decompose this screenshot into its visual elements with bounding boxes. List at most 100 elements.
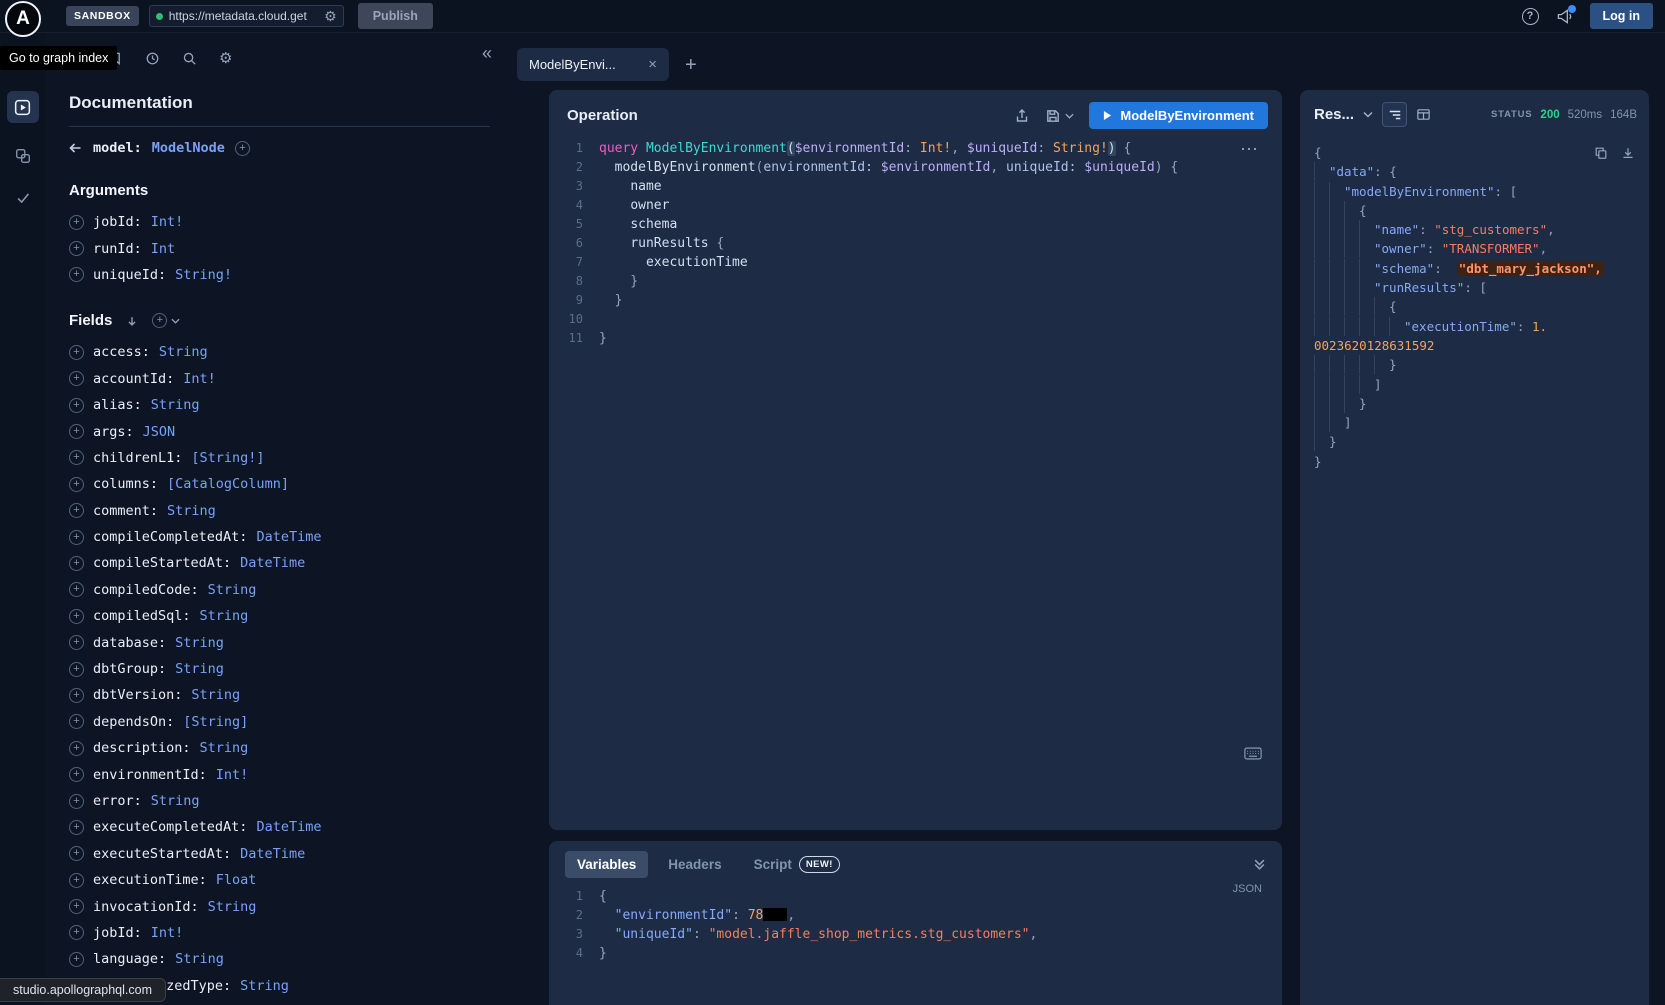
schema-nav-icon[interactable]	[14, 147, 32, 165]
doc-item-compiledCode[interactable]: +compiledCode:String	[69, 577, 530, 603]
add-all-fields-button[interactable]: +	[152, 313, 180, 328]
field-type[interactable]: DateTime	[240, 846, 305, 862]
doc-item-jobId[interactable]: +jobId:Int!	[69, 920, 530, 946]
add-to-query-icon[interactable]: +	[69, 424, 84, 439]
doc-item-language[interactable]: +language:String	[69, 946, 530, 972]
doc-item-comment[interactable]: +comment:String	[69, 498, 530, 524]
doc-item-description[interactable]: +description:String	[69, 735, 530, 761]
field-type[interactable]: Int!	[216, 767, 249, 783]
doc-item-compileStartedAt[interactable]: +compileStartedAt:DateTime	[69, 550, 530, 576]
field-type[interactable]: DateTime	[240, 555, 305, 571]
doc-item-columns[interactable]: +columns:[CatalogColumn]	[69, 471, 530, 497]
new-tab-button[interactable]: +	[685, 55, 697, 75]
search-icon[interactable]	[182, 51, 197, 66]
collapse-docs-icon[interactable]: «	[482, 44, 492, 62]
field-type[interactable]: String	[151, 397, 200, 413]
doc-item-args[interactable]: +args:JSON	[69, 418, 530, 444]
back-arrow-icon[interactable]	[67, 140, 83, 156]
add-to-query-icon[interactable]: +	[69, 345, 84, 360]
add-to-query-icon[interactable]: +	[69, 241, 84, 256]
add-to-query-icon[interactable]: +	[69, 846, 84, 861]
model-type-link[interactable]: ModelNode	[152, 140, 225, 156]
doc-item-database[interactable]: +database:String	[69, 629, 530, 655]
keyboard-shortcuts-icon[interactable]	[1244, 747, 1262, 760]
doc-item-executeCompletedAt[interactable]: +executeCompletedAt:DateTime	[69, 814, 530, 840]
field-type[interactable]: DateTime	[256, 529, 321, 545]
add-to-query-icon[interactable]: +	[69, 794, 84, 809]
doc-item-runId[interactable]: +runId:Int	[69, 235, 530, 261]
doc-item-error[interactable]: +error:String	[69, 788, 530, 814]
add-to-query-icon[interactable]: +	[69, 215, 84, 230]
doc-item-compileCompletedAt[interactable]: +compileCompletedAt:DateTime	[69, 524, 530, 550]
tab-variables[interactable]: Variables	[565, 851, 648, 878]
field-type[interactable]: String	[240, 978, 289, 994]
field-type[interactable]: Int!	[151, 214, 184, 230]
history-icon[interactable]	[145, 51, 160, 66]
operation-more-icon[interactable]: ⋯	[1240, 140, 1258, 158]
response-dropdown-chevron-icon[interactable]	[1363, 111, 1373, 118]
help-icon[interactable]: ?	[1522, 8, 1539, 25]
connection-settings-icon[interactable]: ⚙	[324, 8, 337, 25]
doc-item-dependsOn[interactable]: +dependsOn:[String]	[69, 709, 530, 735]
add-to-query-icon[interactable]: +	[69, 530, 84, 545]
field-type[interactable]: [CatalogColumn]	[167, 476, 289, 492]
table-view-icon[interactable]	[1416, 107, 1431, 122]
doc-item-dbtVersion[interactable]: +dbtVersion:String	[69, 682, 530, 708]
field-type[interactable]: String	[208, 582, 257, 598]
graph-url-input[interactable]: https://metadata.cloud.get ⚙	[149, 5, 344, 27]
login-button[interactable]: Log in	[1590, 3, 1654, 29]
tab-headers[interactable]: Headers	[656, 851, 733, 878]
field-type[interactable]: Int!	[183, 371, 216, 387]
add-to-query-icon[interactable]: +	[69, 925, 84, 940]
doc-item-dbtGroup[interactable]: +dbtGroup:String	[69, 656, 530, 682]
field-type[interactable]: String	[200, 608, 249, 624]
field-type[interactable]: Int!	[151, 925, 184, 941]
add-to-query-icon[interactable]: +	[69, 767, 84, 782]
field-type[interactable]: String	[151, 793, 200, 809]
field-type[interactable]: String	[175, 635, 224, 651]
doc-item-childrenL1[interactable]: +childrenL1:[String!]	[69, 445, 530, 471]
add-to-query-icon[interactable]: +	[69, 398, 84, 413]
copy-response-icon[interactable]	[1594, 146, 1608, 160]
variables-editor[interactable]: 1{2 "environmentId": 78,3 "uniqueId": "m…	[549, 887, 1282, 963]
field-type[interactable]: String	[175, 951, 224, 967]
publish-button[interactable]: Publish	[358, 3, 433, 29]
operation-editor[interactable]: 1query ModelByEnvironment($environmentId…	[549, 139, 1282, 348]
download-response-icon[interactable]	[1621, 146, 1635, 160]
close-tab-icon[interactable]: ×	[648, 57, 657, 72]
add-to-query-icon[interactable]: +	[69, 741, 84, 756]
settings-gear-icon[interactable]: ⚙	[219, 49, 232, 67]
field-type[interactable]: JSON	[143, 424, 176, 440]
doc-item-invocationId[interactable]: +invocationId:String	[69, 893, 530, 919]
field-type[interactable]: String	[159, 344, 208, 360]
add-to-query-icon[interactable]: +	[69, 820, 84, 835]
field-type[interactable]: String	[175, 661, 224, 677]
add-to-query-icon[interactable]: +	[69, 477, 84, 492]
run-operation-button[interactable]: ModelByEnvironment	[1089, 102, 1268, 129]
add-to-query-icon[interactable]: +	[69, 714, 84, 729]
add-to-query-icon[interactable]: +	[69, 952, 84, 967]
field-type[interactable]: Float	[216, 872, 257, 888]
field-type[interactable]: String	[200, 740, 249, 756]
save-dropdown-chevron-icon[interactable]	[1065, 113, 1074, 119]
collapse-variables-icon[interactable]	[1253, 858, 1266, 871]
add-to-query-icon[interactable]: +	[69, 873, 84, 888]
doc-item-uniqueId[interactable]: +uniqueId:String!	[69, 262, 530, 288]
operation-tab[interactable]: ModelByEnvi... ×	[517, 48, 669, 81]
field-type[interactable]: String!	[175, 267, 232, 283]
field-type[interactable]: String	[191, 687, 240, 703]
checklist-nav-icon[interactable]	[14, 189, 32, 207]
add-to-query-icon[interactable]: +	[69, 371, 84, 386]
add-to-query-icon[interactable]: +	[69, 450, 84, 465]
field-type[interactable]: DateTime	[256, 819, 321, 835]
add-to-query-icon[interactable]: +	[69, 267, 84, 282]
doc-item-compiledSql[interactable]: +compiledSql:String	[69, 603, 530, 629]
field-type[interactable]: String	[167, 503, 216, 519]
tab-script[interactable]: Script NEW!	[742, 850, 852, 879]
announcements-icon[interactable]	[1556, 9, 1573, 24]
share-icon[interactable]	[1014, 108, 1030, 124]
add-to-query-icon[interactable]: +	[69, 688, 84, 703]
doc-item-executeStartedAt[interactable]: +executeStartedAt:DateTime	[69, 841, 530, 867]
save-operation-button[interactable]	[1045, 108, 1074, 124]
field-type[interactable]: Int	[151, 241, 175, 257]
